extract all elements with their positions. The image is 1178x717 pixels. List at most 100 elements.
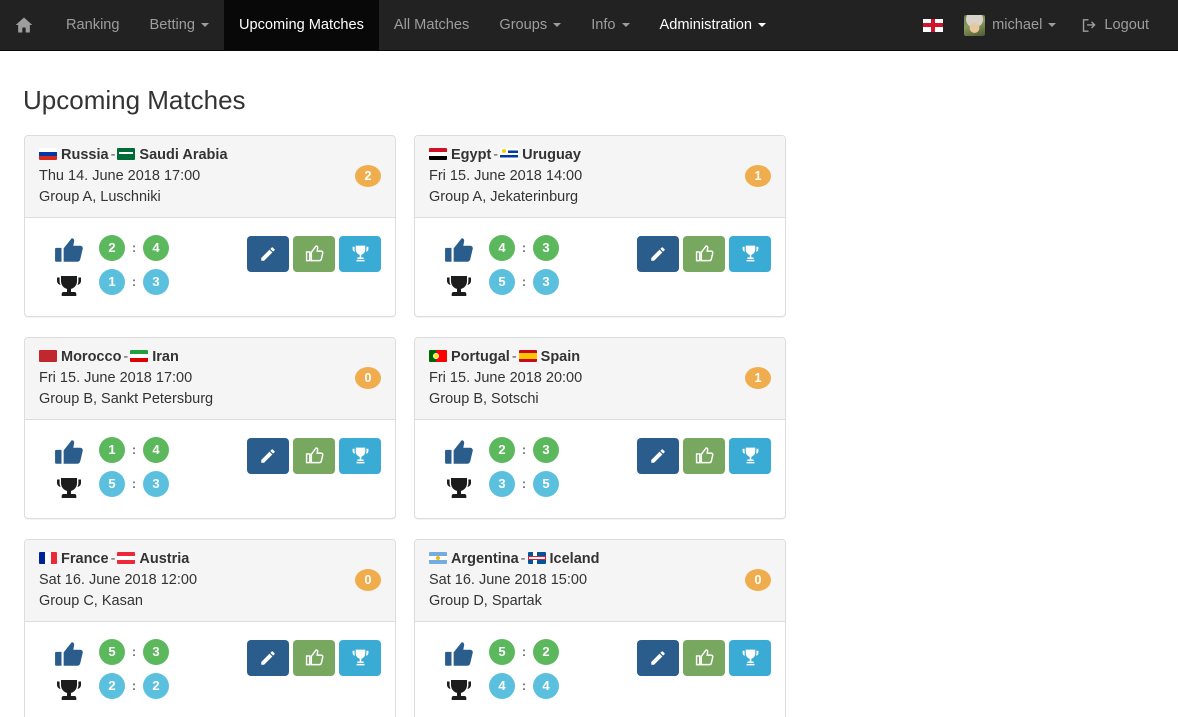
thumbs-up-icon bbox=[444, 236, 474, 264]
tip-button[interactable] bbox=[293, 639, 335, 676]
edit-button[interactable] bbox=[247, 437, 289, 474]
nav-item-upcoming-matches[interactable]: Upcoming Matches bbox=[223, 0, 379, 50]
thumbs-up-outline-icon bbox=[305, 244, 324, 263]
iran-flag-icon bbox=[130, 349, 149, 362]
edit-button[interactable] bbox=[247, 235, 289, 272]
row-label-icons bbox=[429, 434, 489, 502]
match-location: Group C, Kasan bbox=[39, 592, 143, 609]
match-card[interactable]: Portugal - Spain Fri 15. June 2018 20:00 G… bbox=[414, 336, 786, 519]
argentina-flag-icon bbox=[429, 551, 447, 564]
chevron-down-icon bbox=[553, 23, 562, 27]
match-card-column: Egypt - Uruguay Fri 15. June 2018 14:00 Gr… bbox=[405, 134, 795, 337]
nav-item-betting[interactable]: Betting bbox=[135, 0, 224, 50]
chevron-down-icon bbox=[758, 23, 767, 27]
language-switch[interactable] bbox=[912, 0, 954, 50]
tip-score-row: 4 : 3 bbox=[489, 234, 579, 261]
result-home-score: 5 bbox=[489, 268, 515, 295]
chevron-down-icon bbox=[621, 23, 630, 27]
result-button[interactable] bbox=[729, 235, 771, 272]
tip-home-score: 5 bbox=[489, 638, 515, 665]
result-button[interactable] bbox=[729, 639, 771, 676]
trophy-icon bbox=[55, 678, 83, 704]
match-teams: Portugal - Spain bbox=[429, 348, 771, 367]
tip-away-score: 3 bbox=[533, 234, 559, 261]
result-away-score: 3 bbox=[533, 268, 559, 295]
home-team-name: Russia bbox=[61, 146, 109, 163]
nav-item-ranking[interactable]: Ranking bbox=[51, 0, 135, 50]
edit-button[interactable] bbox=[637, 639, 679, 676]
match-card[interactable]: France - Austria Sat 16. June 2018 12:00 G… bbox=[24, 538, 396, 717]
match-card[interactable]: Egypt - Uruguay Fri 15. June 2018 14:00 Gr… bbox=[414, 134, 786, 317]
nav-item-all-matches[interactable]: All Matches bbox=[379, 0, 484, 50]
result-button[interactable] bbox=[339, 437, 381, 474]
team-separator: - bbox=[123, 348, 129, 365]
chevron-down-icon bbox=[1048, 23, 1057, 27]
match-teams: Egypt - Uruguay bbox=[429, 146, 771, 165]
result-home-score: 4 bbox=[489, 672, 515, 699]
match-datetime: Thu 14. June 2018 17:00 bbox=[39, 167, 201, 184]
result-score-row: 3 : 5 bbox=[489, 470, 579, 497]
result-button[interactable] bbox=[339, 235, 381, 272]
home-team-name: France bbox=[61, 550, 109, 567]
status-badge: 2 bbox=[355, 164, 381, 187]
tip-button[interactable] bbox=[683, 235, 725, 272]
tip-button[interactable] bbox=[293, 437, 335, 474]
home-link[interactable] bbox=[0, 0, 51, 50]
result-away-score: 2 bbox=[143, 672, 169, 699]
match-location: Group B, Sotschi bbox=[429, 390, 539, 407]
matches-grid: Russia - Saudi Arabia Thu 14. June 2018 17… bbox=[15, 134, 1163, 717]
tip-button[interactable] bbox=[683, 437, 725, 474]
nav-item-info[interactable]: Info bbox=[576, 0, 644, 50]
edit-button[interactable] bbox=[637, 437, 679, 474]
score-column: 1 : 4 5 : 3 bbox=[99, 434, 189, 497]
tip-score-row: 2 : 4 bbox=[99, 234, 189, 261]
score-colon: : bbox=[521, 442, 527, 458]
result-away-score: 4 bbox=[533, 672, 559, 699]
result-away-score: 3 bbox=[143, 470, 169, 497]
match-actions bbox=[247, 232, 381, 272]
uruguay-flag-icon bbox=[500, 147, 519, 160]
pencil-icon bbox=[649, 447, 667, 465]
tip-away-score: 4 bbox=[143, 436, 169, 463]
trophy-icon bbox=[55, 476, 83, 502]
result-button[interactable] bbox=[339, 639, 381, 676]
navbar-right-group: michael Logout bbox=[912, 0, 1178, 50]
logout-link[interactable]: Logout bbox=[1068, 0, 1164, 50]
result-button[interactable] bbox=[729, 437, 771, 474]
score-column: 5 : 3 2 : 2 bbox=[99, 636, 189, 699]
match-datetime: Fri 15. June 2018 17:00 bbox=[39, 369, 193, 386]
austria-flag-icon bbox=[117, 551, 136, 564]
edit-button[interactable] bbox=[247, 639, 289, 676]
match-card-body: 1 : 4 5 : 3 bbox=[25, 420, 395, 518]
nav-item-groups[interactable]: Groups bbox=[484, 0, 576, 50]
match-card[interactable]: Russia - Saudi Arabia Thu 14. June 2018 17… bbox=[24, 134, 396, 317]
match-card[interactable]: Argentina - Iceland Sat 16. June 2018 15:0… bbox=[414, 538, 786, 717]
home-team-name: Egypt bbox=[451, 146, 492, 163]
row-label-icons bbox=[429, 636, 489, 704]
thumbs-up-outline-icon bbox=[695, 446, 714, 465]
edit-button[interactable] bbox=[637, 235, 679, 272]
match-datetime: Fri 15. June 2018 14:00 bbox=[429, 167, 583, 184]
tip-button[interactable] bbox=[293, 235, 335, 272]
spain-flag-icon bbox=[518, 349, 537, 362]
match-card[interactable]: Morocco - Iran Fri 15. June 2018 17:00 Gro… bbox=[24, 336, 396, 519]
pencil-icon bbox=[259, 245, 277, 263]
logout-label: Logout bbox=[1104, 16, 1149, 33]
main-navbar: Ranking Betting Upcoming Matches All Mat… bbox=[0, 0, 1178, 51]
match-card-header: Argentina - Iceland Sat 16. June 2018 15:0… bbox=[415, 539, 785, 622]
user-menu[interactable]: michael bbox=[954, 0, 1068, 50]
status-badge: 0 bbox=[355, 366, 381, 389]
status-badge: 1 bbox=[745, 366, 771, 389]
trophy-icon bbox=[445, 476, 473, 502]
tip-away-score: 4 bbox=[143, 234, 169, 261]
pencil-icon bbox=[649, 649, 667, 667]
chevron-down-icon bbox=[200, 23, 209, 27]
tip-button[interactable] bbox=[683, 639, 725, 676]
away-team-name: Uruguay bbox=[522, 146, 581, 163]
match-datetime: Sat 16. June 2018 15:00 bbox=[429, 571, 588, 588]
row-label-icons bbox=[39, 232, 99, 300]
score-colon: : bbox=[521, 476, 527, 492]
navbar-left-group: Ranking Betting Upcoming Matches All Mat… bbox=[0, 0, 781, 50]
trophy-outline-icon bbox=[351, 244, 370, 263]
nav-item-administration[interactable]: Administration bbox=[645, 0, 781, 50]
